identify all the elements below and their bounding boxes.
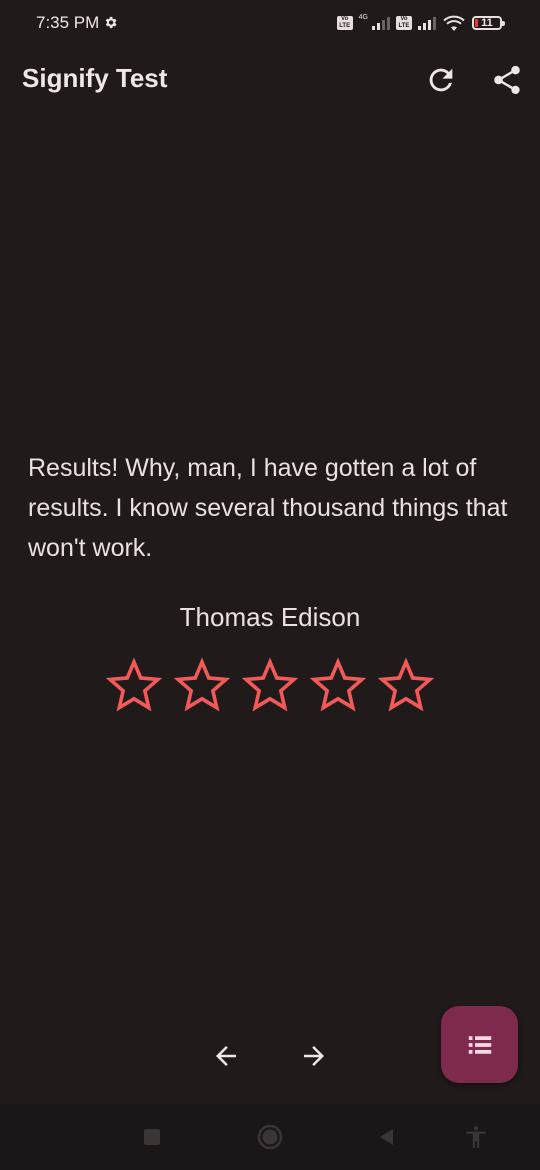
home-icon <box>257 1124 283 1150</box>
app-title: Signify Test <box>22 63 168 93</box>
status-time: 7:35 PM <box>36 13 100 32</box>
star-icon[interactable] <box>308 656 368 714</box>
share-icon <box>494 65 520 95</box>
accessibility-icon <box>466 1126 486 1148</box>
battery-level: 11 <box>481 17 493 29</box>
recent-apps-button[interactable] <box>137 1122 167 1152</box>
gear-icon <box>105 16 117 29</box>
system-navigation-bar <box>0 1104 540 1170</box>
volte-icon: Vo LTE <box>396 16 412 30</box>
star-icon[interactable] <box>172 656 232 714</box>
recent-apps-icon <box>144 1129 160 1145</box>
quote-author: Thomas Edison <box>179 602 361 632</box>
star-icon[interactable] <box>376 656 436 714</box>
star-icon[interactable] <box>104 656 164 714</box>
quote-text: Results! Why, man, I have gotten a lot o… <box>28 454 508 562</box>
refresh-button[interactable] <box>419 58 463 102</box>
accessibility-button[interactable] <box>461 1122 491 1152</box>
arrow-right-icon <box>304 1046 324 1066</box>
network-type-label: 4G <box>358 13 368 21</box>
back-button[interactable] <box>371 1122 401 1152</box>
screen: 7:35 PM Vo LTE 4G Vo LTE 11 Signify Test… <box>0 0 540 1170</box>
app-bar: Signify Test <box>0 48 540 110</box>
status-bar: 7:35 PM Vo LTE 4G Vo LTE 11 <box>0 0 540 48</box>
previous-quote-button[interactable] <box>204 1034 248 1078</box>
signal-icon <box>418 16 436 30</box>
volte-icon: Vo LTE <box>336 16 353 30</box>
list-icon <box>468 1035 491 1054</box>
battery-icon: 11 <box>472 16 505 30</box>
list-fab-button[interactable] <box>441 1006 518 1083</box>
home-button[interactable] <box>255 1122 285 1152</box>
back-icon <box>380 1129 393 1145</box>
star-icon[interactable] <box>240 656 300 714</box>
signal-icon <box>372 16 390 30</box>
share-button[interactable] <box>485 58 529 102</box>
status-icons: Vo LTE 4G Vo LTE 11 <box>336 13 505 33</box>
wifi-icon <box>443 15 465 31</box>
next-quote-button[interactable] <box>292 1034 336 1078</box>
star-rating <box>104 656 436 714</box>
refresh-icon <box>429 68 453 92</box>
arrow-left-icon <box>216 1046 236 1066</box>
